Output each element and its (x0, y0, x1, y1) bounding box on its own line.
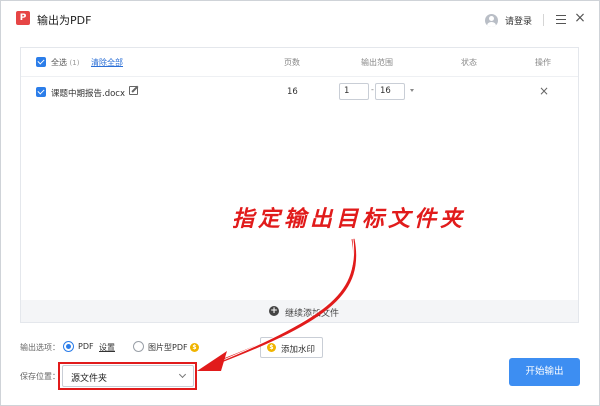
range-separator: - (371, 85, 374, 94)
header-divider (21, 76, 578, 77)
edit-filename-icon[interactable] (129, 86, 138, 95)
window-title: 输出为PDF (37, 14, 92, 27)
login-label: 请登录 (505, 16, 533, 27)
image-pdf-radio-label[interactable]: 图片型PDF (148, 342, 188, 353)
file-list-panel: 全选 (1) 清除全部 页数 输出范围 状态 操作 课题中期报告.docx 16… (20, 47, 579, 323)
file-table-header: 全选 (1) 清除全部 页数 输出范围 状态 操作 (21, 48, 578, 76)
column-header-action: 操作 (535, 58, 551, 67)
select-all-checkbox[interactable] (36, 57, 46, 67)
start-export-button[interactable]: 开始输出 (509, 358, 580, 386)
add-watermark-button[interactable]: $ 添加水印 (260, 337, 323, 358)
export-pdf-window: P 输出为PDF 请登录 × 全选 (1) 清除全部 页数 输出范围 状态 操作… (0, 0, 600, 406)
table-row: 课题中期报告.docx 16 1 - 16 × (21, 80, 578, 106)
avatar-icon (485, 13, 498, 27)
column-header-range: 输出范围 (361, 58, 393, 67)
image-pdf-radio[interactable] (133, 341, 144, 352)
column-header-pages: 页数 (284, 58, 300, 67)
range-dropdown-arrow-icon[interactable] (410, 89, 414, 92)
titlebar-divider (543, 14, 544, 26)
row-checkbox[interactable] (36, 87, 46, 97)
select-all-label[interactable]: 全选 (1) (51, 57, 79, 68)
output-options-label: 输出选项： (20, 343, 60, 352)
selected-count: (1) (69, 59, 80, 67)
pdf-radio-label[interactable]: PDF (78, 342, 94, 351)
title-bar: P 输出为PDF 请登录 × (1, 1, 599, 37)
premium-coin-icon: $ (267, 343, 276, 352)
range-from-input[interactable]: 1 (339, 83, 369, 100)
menu-icon[interactable] (556, 15, 566, 24)
app-logo-icon: P (16, 11, 30, 25)
annotation-highlight-box (58, 362, 197, 390)
row-filename: 课题中期报告.docx (51, 89, 126, 99)
add-files-label: 继续添加文件 (285, 309, 340, 319)
range-to-input[interactable]: 16 (375, 83, 405, 100)
column-header-status: 状态 (461, 58, 477, 67)
remove-row-icon[interactable]: × (539, 84, 549, 98)
premium-coin-icon: $ (190, 343, 199, 352)
save-location-label: 保存位置： (20, 372, 60, 381)
login-button[interactable]: 请登录 (485, 13, 532, 27)
annotation-text: 指定输出目标文件夹 (232, 206, 467, 232)
add-files-button[interactable]: + 继续添加文件 (21, 300, 578, 322)
clear-all-link[interactable]: 清除全部 (91, 57, 123, 68)
add-circle-icon: + (269, 306, 279, 316)
close-window-icon[interactable]: × (573, 11, 587, 25)
row-pages: 16 (287, 87, 298, 97)
pdf-settings-link[interactable]: 设置 (99, 342, 115, 353)
pdf-radio[interactable] (63, 341, 74, 352)
add-watermark-label: 添加水印 (281, 345, 316, 355)
